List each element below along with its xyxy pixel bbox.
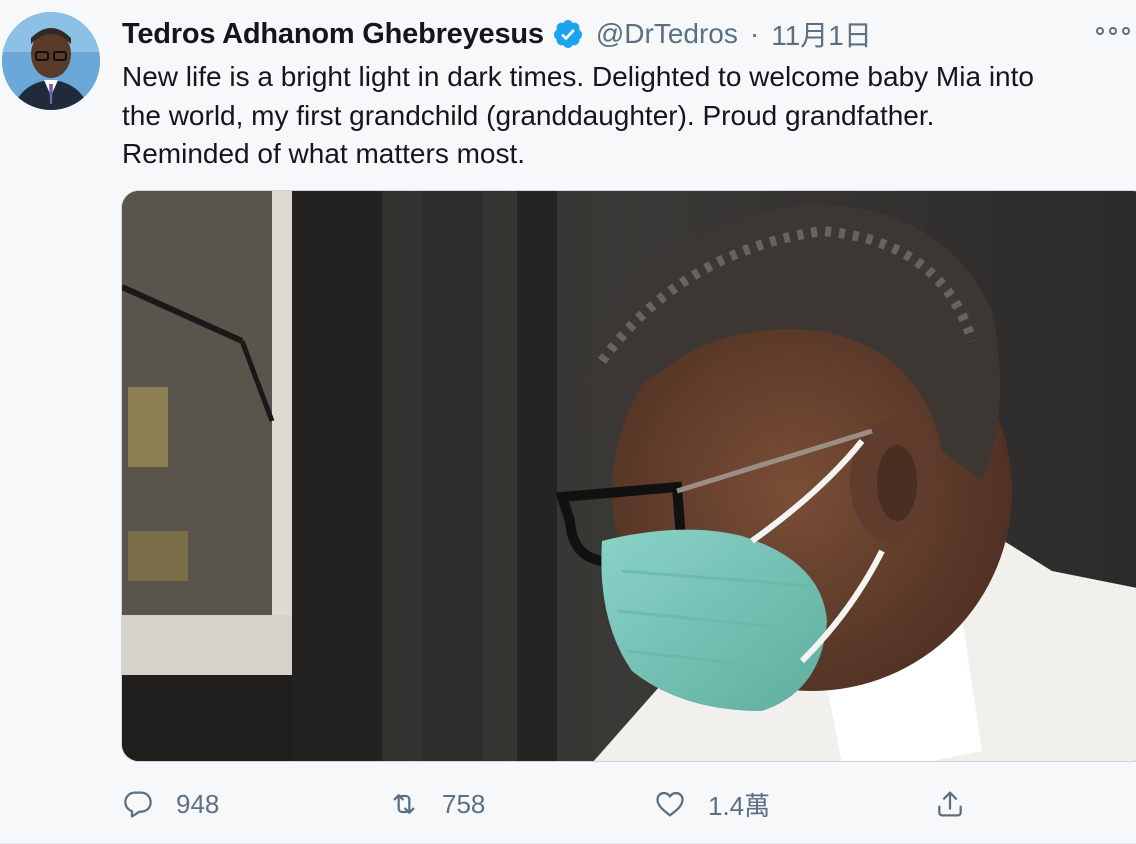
- tweet-date[interactable]: 11月1日: [771, 14, 872, 54]
- author-handle[interactable]: @DrTedros: [596, 18, 738, 50]
- tweet: Tedros Adhanom Ghebreyesus @DrTedros · 1…: [0, 0, 1136, 844]
- retweet-button[interactable]: 758: [388, 780, 485, 828]
- avatar-photo: [2, 12, 100, 110]
- separator-dot: ·: [749, 18, 760, 49]
- tweet-header: Tedros Adhanom Ghebreyesus @DrTedros · 1…: [122, 14, 1136, 54]
- heart-icon: [656, 791, 684, 817]
- tweet-text-line: Reminded of what matters most.: [122, 138, 526, 169]
- more-dot: [1122, 27, 1130, 35]
- more-options-icon[interactable]: [1096, 18, 1130, 44]
- tweet-text-line: the world, my first grandchild (granddau…: [122, 99, 935, 131]
- retweet-icon: [393, 794, 415, 814]
- like-count: 1.4萬: [708, 790, 771, 821]
- tweet-text: New life is a bright light in dark times…: [122, 58, 1136, 174]
- reply-button[interactable]: 948: [122, 780, 219, 828]
- reply-icon: [124, 791, 152, 818]
- reply-count: 948: [176, 788, 220, 819]
- more-dot: [1109, 27, 1117, 35]
- tweet-photo[interactable]: [121, 190, 1136, 762]
- tweet-text-line: New life is a bright light in dark times…: [122, 61, 1034, 92]
- like-button[interactable]: 1.4萬: [654, 780, 770, 828]
- more-dot: [1096, 27, 1104, 35]
- author-name[interactable]: Tedros Adhanom Ghebreyesus: [122, 18, 544, 51]
- share-icon: [938, 791, 962, 817]
- action-bar: 948 758 1.4萬: [0, 780, 1136, 828]
- avatar[interactable]: [2, 12, 100, 110]
- retweet-count: 758: [442, 788, 486, 819]
- verified-badge-icon: [553, 20, 582, 48]
- share-button[interactable]: [934, 780, 966, 828]
- photo-illustration: [122, 191, 1136, 761]
